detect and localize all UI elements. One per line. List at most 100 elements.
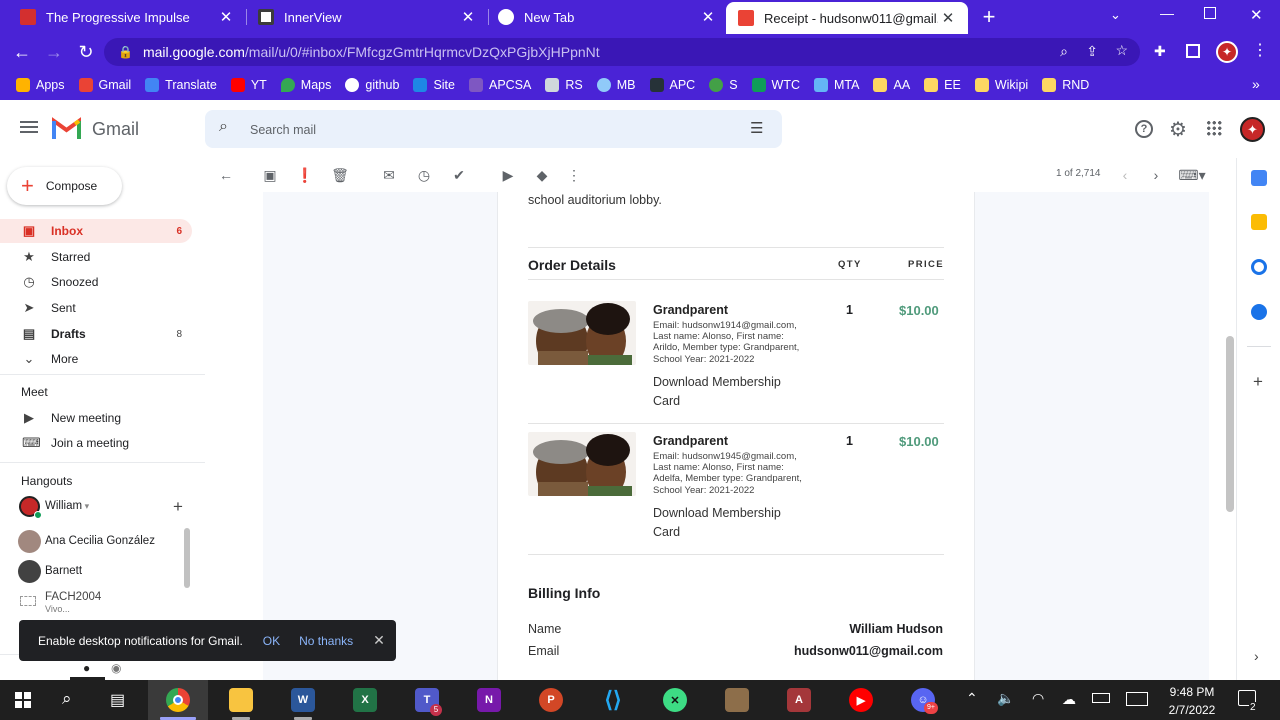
add-contact-icon[interactable]: + [173,497,183,517]
download-membership-card-link[interactable]: Download Membership Card [653,373,803,411]
contact-name[interactable]: Barnett [45,565,82,577]
toast-no-thanks-button[interactable]: No thanks [299,634,353,648]
close-tab-icon[interactable]: ✕ [458,8,478,26]
compose-button[interactable]: + Compose [7,167,122,205]
delete-trash-icon[interactable]: 🗑 [331,166,349,184]
clock-date[interactable]: 2/7/2022 [1164,703,1220,717]
bookmark-star-icon[interactable]: ☆ [1115,42,1128,59]
tasks-icon[interactable] [1251,259,1267,275]
sidebar-item-starred[interactable]: ★ Starred [0,245,192,269]
bookmark-apc[interactable]: APC [649,78,695,92]
show-side-panel-chevron-icon[interactable]: › [1254,648,1259,664]
zoom-search-icon[interactable]: ⌕ [1060,43,1068,60]
google-apps-icon[interactable] [1206,120,1222,136]
search-icon[interactable]: ⌕ [219,118,228,136]
minimize-window-icon[interactable]: — [1160,5,1174,21]
close-tab-icon[interactable]: ✕ [698,8,718,26]
search-magnifier-icon[interactable]: ⌕ [62,689,72,709]
volume-icon[interactable]: 🔈 [997,690,1014,707]
share-icon[interactable]: ⇪ [1086,43,1098,60]
wifi-icon[interactable]: ◠ [1032,690,1044,707]
gitkraken-icon[interactable]: ✕ [663,688,687,712]
back-to-inbox-icon[interactable]: ← [217,166,235,184]
access-icon[interactable]: A [787,688,811,712]
browser-tab-innerview[interactable]: InnerView ✕ [238,0,488,34]
windows-start-icon[interactable] [15,692,31,708]
word-icon[interactable]: W [291,688,315,712]
input-tools-keyboard-icon[interactable]: ⌨▾ [1178,166,1205,184]
bookmark-ee[interactable]: EE [924,78,961,92]
browser-tab-new-tab[interactable]: New Tab ✕ [478,0,728,34]
search-options-icon[interactable]: ☰ [750,119,763,137]
hangouts-chat-icon[interactable]: ◉ [111,661,121,675]
forward-icon[interactable]: → [42,40,66,64]
sidebar-item-sent[interactable]: ➤ Sent [0,296,192,320]
get-addons-plus-icon[interactable]: + [1253,372,1263,392]
toast-close-icon[interactable]: ✕ [373,632,385,649]
clock-time[interactable]: 9:48 PM [1166,685,1218,699]
contact-avatar[interactable] [18,560,41,583]
sidebar-item-more[interactable]: ⌄ More [0,347,192,371]
bookmark-rs[interactable]: RS [545,78,583,92]
account-avatar-icon[interactable]: ✦ [1240,117,1265,142]
close-tab-icon[interactable]: ✕ [216,8,236,26]
contact-name[interactable]: FACH2004 [45,591,101,603]
hangouts-scrollbar[interactable] [184,528,190,588]
snooze-clock-icon[interactable]: ◷ [415,166,433,184]
file-explorer-icon[interactable] [229,688,253,712]
new-meeting-item[interactable]: ▶ New meeting [0,406,192,430]
extensions-puzzle-icon[interactable]: ✚ [1154,43,1166,60]
label-tag-icon[interactable]: ◆ [533,166,551,184]
tab-search-icon[interactable]: ⌄ [1110,7,1121,23]
archive-icon[interactable]: ▣ [261,166,279,184]
touch-keyboard-icon[interactable] [1126,692,1148,706]
download-membership-card-link[interactable]: Download Membership Card [653,504,803,542]
bookmark-rnd[interactable]: RND [1042,78,1089,92]
sidebar-item-drafts[interactable]: ▤ Drafts 8 [0,322,192,346]
join-meeting-item[interactable]: ⌨ Join a meeting [0,431,192,455]
close-tab-icon[interactable]: ✕ [938,9,958,27]
older-chevron-icon[interactable]: › [1147,166,1165,184]
side-panel-icon[interactable] [1186,44,1200,58]
settings-gear-icon[interactable]: ⚙ [1169,117,1187,142]
profile-avatar-icon[interactable]: ✦ [1216,41,1238,63]
bookmark-s[interactable]: S [709,78,738,92]
bookmark-site[interactable]: Site [413,78,455,92]
add-to-tasks-icon[interactable]: ✔ [450,166,468,184]
contact-avatar[interactable] [18,530,41,553]
bookmark-translate[interactable]: Translate [145,78,217,92]
bookmark-maps[interactable]: Maps [280,78,331,92]
bookmark-yt[interactable]: YT [230,78,267,92]
bookmark-aa[interactable]: AA [873,78,910,92]
show-hidden-icons-chevron-icon[interactable]: ⌃ [966,690,978,707]
search-bar[interactable]: ⌕ Search mail ☰ [205,110,782,148]
help-icon[interactable]: ? [1135,120,1153,138]
search-input[interactable]: Search mail [250,123,316,137]
bookmark-github[interactable]: github [345,78,399,92]
sidebar-item-snoozed[interactable]: ◷ Snoozed [0,270,192,294]
browser-tab-receipt[interactable]: Receipt - hudsonw011@gmail.co ✕ [726,2,968,34]
toast-ok-button[interactable]: OK [263,634,280,648]
move-to-icon[interactable]: ▶ [499,166,517,184]
bookmark-apcsa[interactable]: APCSA [468,78,531,92]
powerpoint-icon[interactable]: P [539,688,563,712]
contact-name[interactable]: Ana Cecilia González [45,535,155,547]
bookmark-mb[interactable]: MB [596,78,636,92]
reload-icon[interactable]: ↻ [74,40,98,64]
new-tab-icon[interactable]: + [978,5,1000,29]
hangouts-self-name[interactable]: William ▾ [45,500,89,512]
minecraft-icon[interactable] [725,688,749,712]
close-window-icon[interactable]: ✕ [1250,6,1263,24]
mark-unread-icon[interactable]: ✉ [380,166,398,184]
calendar-icon[interactable] [1251,170,1267,186]
vscode-icon[interactable]: ⟨⟩ [601,687,625,712]
bookmarks-overflow-icon[interactable]: » [1252,76,1260,92]
bookmark-mta[interactable]: MTA [814,78,859,92]
more-options-icon[interactable]: ⋮ [565,166,583,184]
battery-icon[interactable] [1092,693,1110,703]
bookmark-apps[interactable]: Apps [16,78,65,92]
chrome-menu-icon[interactable]: ⋮ [1252,40,1268,60]
sidebar-item-inbox[interactable]: ▣ Inbox 6 [0,219,192,243]
main-menu-icon[interactable] [20,121,38,123]
newer-chevron-icon[interactable]: ‹ [1116,166,1134,184]
